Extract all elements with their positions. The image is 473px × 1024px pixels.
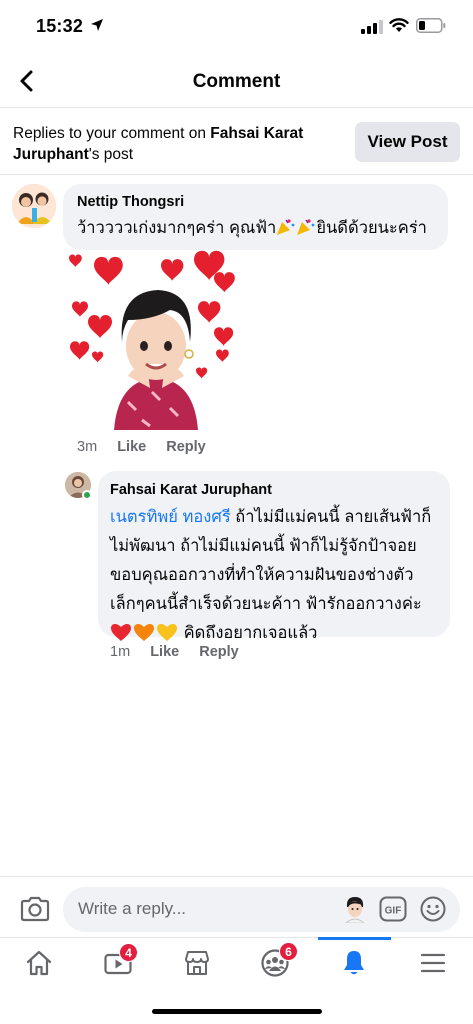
comment-meta: 3m Like Reply xyxy=(77,439,222,455)
status-bar: 15:32 xyxy=(0,0,473,52)
comment-author[interactable]: Nettip Thongsri xyxy=(77,194,184,210)
comment-like-button[interactable]: Like xyxy=(117,439,146,455)
location-arrow-icon xyxy=(91,19,103,31)
reply-placeholder: Write a reply... xyxy=(78,899,187,918)
party-popper-icon xyxy=(297,219,315,235)
watch-notification-badge: 4 xyxy=(119,943,138,962)
comment-time: 3m xyxy=(77,439,98,455)
gif-icon[interactable]: GIF xyxy=(379,896,407,922)
marketplace-store-icon xyxy=(185,951,209,975)
tab-watch[interactable]: 4 xyxy=(88,938,148,988)
avatar-sticker-hearts xyxy=(69,250,235,430)
tab-notifications[interactable] xyxy=(318,937,391,988)
red-heart-icon xyxy=(111,624,131,641)
comment-reply-button[interactable]: Reply xyxy=(166,439,206,455)
comment-bubble[interactable]: Nettip Thongsri ว้าวววว​เก่งมากๆคร่า คุณ… xyxy=(63,184,448,250)
banner-suffix: 's post xyxy=(88,146,134,163)
home-icon xyxy=(26,950,52,976)
avatar-sticker-icon[interactable] xyxy=(342,895,368,923)
replies-banner: Replies to your comment on Fahsai Karat … xyxy=(0,109,473,175)
groups-notification-badge: 6 xyxy=(279,942,298,961)
mention-link[interactable]: เนตรทิพย์ ทองศรี xyxy=(110,508,231,526)
hamburger-menu-icon xyxy=(420,953,446,973)
comment-text-part1: ว้าวววว​เก่งมากๆคร่า คุณฟ้า xyxy=(77,219,277,237)
tab-marketplace[interactable] xyxy=(167,938,227,988)
reply-text-end: คิดถึงอยากเจอแล้ว xyxy=(179,624,318,642)
tab-groups[interactable]: 6 xyxy=(245,938,305,988)
tab-menu[interactable] xyxy=(403,938,463,988)
avatar[interactable] xyxy=(12,184,56,228)
view-post-button[interactable]: View Post xyxy=(355,122,460,162)
reply-time: 1m xyxy=(110,644,131,660)
svg-text:GIF: GIF xyxy=(385,906,402,917)
online-status-dot xyxy=(82,490,92,500)
cellular-signal-icon xyxy=(361,20,383,34)
reply-like-button[interactable]: Like xyxy=(150,644,179,660)
battery-icon xyxy=(416,18,446,33)
party-popper-icon xyxy=(277,219,295,235)
comment-text-part2: ยินดีด้วยนะคร่า xyxy=(316,219,427,237)
reply-text: เนตรทิพย์ ทองศรี ถ้าไม่มีแม่คนนี้ ลายเส้… xyxy=(110,503,446,648)
wifi-icon xyxy=(389,18,409,32)
page-title: Comment xyxy=(192,71,281,92)
comment-text: ว้าวววว​เก่งมากๆคร่า คุณฟ้า ยินดีด้วยนะคร… xyxy=(77,214,427,243)
camera-icon[interactable] xyxy=(19,895,51,923)
nav-header: Comment xyxy=(0,56,473,108)
bell-icon xyxy=(344,951,364,975)
emoji-icon[interactable] xyxy=(420,896,446,922)
banner-text: Replies to your comment on Fahsai Karat … xyxy=(13,123,333,165)
reply-reply-button[interactable]: Reply xyxy=(199,644,239,660)
home-indicator xyxy=(152,1009,322,1014)
banner-prefix: Replies to your comment on xyxy=(13,125,211,142)
orange-heart-icon xyxy=(134,624,154,641)
yellow-heart-icon xyxy=(157,624,177,641)
reply-meta: 1m Like Reply xyxy=(110,644,255,660)
active-tab-indicator xyxy=(318,937,391,940)
reply-bubble[interactable]: Fahsai Karat Juruphant เนตรทิพย์ ทองศรี … xyxy=(98,471,450,642)
status-time: 15:32 xyxy=(36,16,84,36)
tab-home[interactable] xyxy=(9,938,69,988)
reply-author[interactable]: Fahsai Karat Juruphant xyxy=(110,482,272,498)
tab-bar: 4 6 xyxy=(0,937,473,987)
compose-divider xyxy=(0,876,473,877)
